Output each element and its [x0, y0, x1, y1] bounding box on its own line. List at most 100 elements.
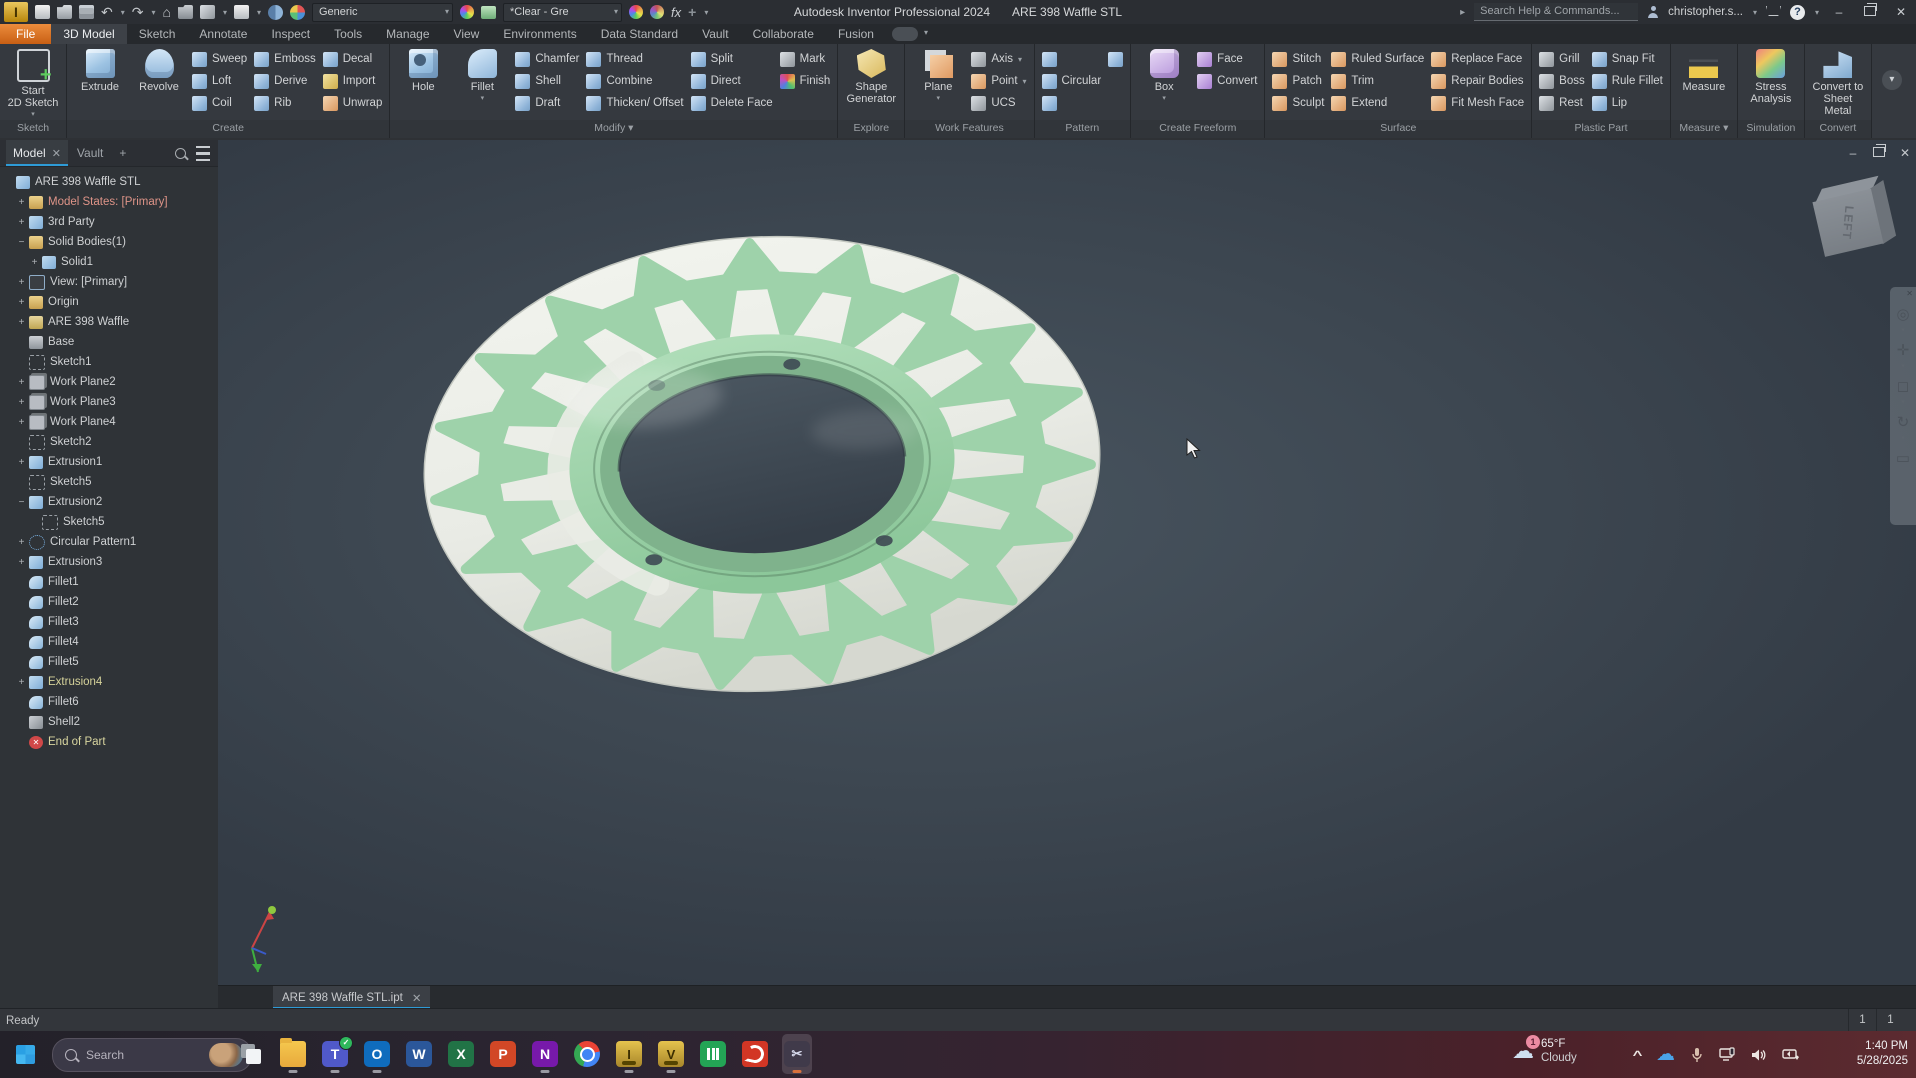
grill-button[interactable]: Grill: [1539, 49, 1585, 69]
expander-icon[interactable]: +: [15, 457, 28, 468]
ucs-button[interactable]: UCS: [971, 93, 1026, 113]
ilogic-dropdown-icon[interactable]: ▾: [223, 8, 227, 17]
open-from-vault-icon[interactable]: [178, 5, 193, 19]
panel-label-modify[interactable]: Modify ▾: [390, 120, 837, 138]
plane-dropdown-icon[interactable]: ▾: [937, 94, 941, 102]
sync-icon[interactable]: [268, 5, 283, 20]
loft-button[interactable]: Loft: [192, 71, 247, 91]
chamfer-button[interactable]: Chamfer: [515, 49, 579, 69]
box-dropdown-icon[interactable]: ▾: [1162, 94, 1166, 102]
fit-mesh-face-button[interactable]: Fit Mesh Face: [1431, 93, 1524, 113]
browser-tab-item[interactable]: +: [112, 140, 133, 166]
tree-item-shell2[interactable]: Shell2: [0, 712, 218, 732]
tab-vault[interactable]: Vault: [690, 24, 740, 44]
circular-button[interactable]: Circular: [1042, 71, 1102, 91]
adjust-appearance-icon[interactable]: [629, 5, 643, 19]
home-icon[interactable]: ⌂: [163, 5, 171, 19]
view-cube-front-face[interactable]: LEFT: [1812, 189, 1883, 257]
tree-item-work-plane3[interactable]: +Work Plane3: [0, 392, 218, 412]
windows-start-button[interactable]: [16, 1045, 35, 1064]
boss-button[interactable]: Boss: [1539, 71, 1585, 91]
expander-icon[interactable]: +: [15, 537, 28, 548]
zoom-window-icon[interactable]: ◻: [1897, 379, 1909, 394]
panel-label-sketch[interactable]: Sketch: [0, 120, 66, 138]
panel-label-simulation[interactable]: Simulation: [1738, 120, 1804, 138]
stitch-button[interactable]: Stitch: [1272, 49, 1324, 69]
axis-dropdown-icon[interactable]: ▾: [1018, 55, 1022, 64]
panel-label-work-features[interactable]: Work Features: [905, 120, 1033, 138]
taskbar-outlook[interactable]: O: [362, 1034, 392, 1074]
stress-analysis-button[interactable]: Stress Analysis: [1743, 46, 1799, 120]
panel-label-plastic-part[interactable]: Plastic Part: [1532, 120, 1670, 138]
tree-item-fillet2[interactable]: Fillet2: [0, 592, 218, 612]
tree-item-origin[interactable]: +Origin: [0, 292, 218, 312]
shell-button[interactable]: Shell: [515, 71, 579, 91]
taskbar-file-explorer[interactable]: [278, 1034, 308, 1074]
share-screen-icon[interactable]: [1782, 1047, 1800, 1062]
expand-icon[interactable]: ▸: [1460, 7, 1465, 18]
tree-item-base[interactable]: Base: [0, 332, 218, 352]
close-button[interactable]: ✕: [1890, 5, 1912, 19]
emboss-button[interactable]: Emboss: [254, 49, 316, 69]
qat-add-icon[interactable]: +: [688, 5, 696, 19]
expander-icon[interactable]: +: [15, 397, 28, 408]
tree-item-end-of-part[interactable]: End of Part: [0, 732, 218, 752]
taskbar-word[interactable]: W: [404, 1034, 434, 1074]
taskbar-teams[interactable]: T: [320, 1034, 350, 1074]
combine-button[interactable]: Combine: [586, 71, 683, 91]
taskbar-vault-pro[interactable]: V: [656, 1034, 686, 1074]
expander-icon[interactable]: +: [15, 417, 28, 428]
tree-item-extrusion3[interactable]: +Extrusion3: [0, 552, 218, 572]
panel-label-convert[interactable]: Convert: [1805, 120, 1871, 138]
doc-minimize-button[interactable]: –: [1846, 146, 1860, 160]
tree-item-solid-bodies-1[interactable]: −Solid Bodies(1): [0, 232, 218, 252]
tab-tools[interactable]: Tools: [322, 24, 374, 44]
rest-button[interactable]: Rest: [1539, 93, 1585, 113]
navbar-close-icon[interactable]: ✕: [1906, 289, 1913, 298]
onedrive-icon[interactable]: ☁: [1656, 1043, 1675, 1066]
browser-tab-vault[interactable]: Vault: [70, 140, 110, 166]
replace-face-button[interactable]: Replace Face: [1431, 49, 1524, 69]
ruled-surface-button[interactable]: Ruled Surface: [1331, 49, 1424, 69]
help-dropdown-icon[interactable]: ▾: [1815, 8, 1819, 17]
taskbar-excel[interactable]: X: [446, 1034, 476, 1074]
tab-3d-model[interactable]: 3D Model: [51, 24, 126, 44]
box-button[interactable]: Box▾: [1136, 46, 1192, 120]
taskbar-task-view[interactable]: [236, 1034, 266, 1074]
ilogic-icon[interactable]: [200, 5, 215, 19]
expander-icon[interactable]: −: [15, 237, 28, 248]
document-tab-close-icon[interactable]: ✕: [412, 991, 422, 1005]
thicken-offset-button[interactable]: Thicken/ Offset: [586, 93, 683, 113]
rule-fillet-button[interactable]: Rule Fillet: [1592, 71, 1663, 91]
help-icon[interactable]: ?: [1790, 5, 1805, 20]
panel-label-measure[interactable]: Measure ▾: [1671, 120, 1737, 138]
tab-inspect[interactable]: Inspect: [259, 24, 322, 44]
expander-icon[interactable]: +: [15, 277, 28, 288]
expander-icon[interactable]: +: [15, 317, 28, 328]
model-canvas[interactable]: [218, 140, 1916, 985]
select-tool-icon[interactable]: [234, 5, 249, 19]
help-search-input[interactable]: Search Help & Commands...: [1474, 3, 1638, 21]
start-2d-sketch-dropdown-icon[interactable]: ▾: [31, 110, 35, 118]
panel-label-create[interactable]: Create: [67, 120, 389, 138]
tree-item-sketch2[interactable]: Sketch2: [0, 432, 218, 452]
extrude-button[interactable]: Extrude: [72, 46, 128, 120]
ribbon-collapse-button[interactable]: ▾: [1882, 70, 1902, 90]
import-button[interactable]: Import: [323, 71, 383, 91]
snap-fit-button[interactable]: Snap Fit: [1592, 49, 1663, 69]
tree-item-fillet5[interactable]: Fillet5: [0, 652, 218, 672]
tree-item-sketch1[interactable]: Sketch1: [0, 352, 218, 372]
coil-button[interactable]: Coil: [192, 93, 247, 113]
panel-label-create-freeform[interactable]: Create Freeform: [1131, 120, 1264, 138]
orbit-icon[interactable]: ↻: [1897, 415, 1910, 430]
lip-button[interactable]: Lip: [1592, 93, 1663, 113]
taskbar-chrome[interactable]: [572, 1034, 602, 1074]
tree-item-are-398-waffle-stl[interactable]: ARE 398 Waffle STL: [0, 172, 218, 192]
restore-button[interactable]: [1859, 5, 1881, 19]
fillet-dropdown-icon[interactable]: ▾: [481, 94, 485, 102]
derive-button[interactable]: Derive: [254, 71, 316, 91]
revolve-button[interactable]: Revolve: [131, 46, 187, 120]
expander-icon[interactable]: +: [28, 257, 41, 268]
panel-label-surface[interactable]: Surface: [1265, 120, 1531, 138]
tab-view[interactable]: View: [442, 24, 492, 44]
